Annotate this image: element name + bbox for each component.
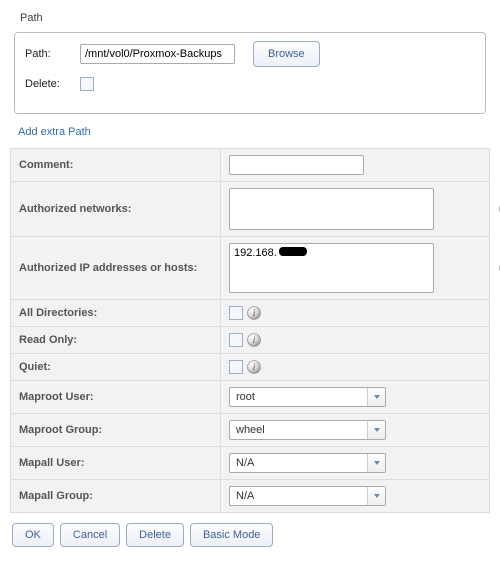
all-directories-checkbox[interactable] <box>229 306 243 320</box>
read-only-checkbox[interactable] <box>229 333 243 347</box>
mapall-group-select[interactable]: N/A <box>229 486 386 506</box>
path-group-box: Path: Browse Delete: <box>14 32 486 114</box>
comment-input[interactable] <box>229 155 364 175</box>
mapall-user-label: Mapall User: <box>11 447 221 480</box>
chevron-down-icon <box>367 388 385 406</box>
chevron-down-icon <box>367 421 385 439</box>
read-only-label: Read Only: <box>11 327 221 354</box>
maproot-user-select[interactable]: root <box>229 387 386 407</box>
mapall-user-select[interactable]: N/A <box>229 453 386 473</box>
maproot-group-value: wheel <box>230 424 367 436</box>
mapall-group-label: Mapall Group: <box>11 480 221 513</box>
browse-button[interactable]: Browse <box>253 41 320 67</box>
add-extra-path-link[interactable]: Add extra Path <box>18 126 91 138</box>
maproot-user-label: Maproot User: <box>11 381 221 414</box>
all-directories-label: All Directories: <box>11 300 221 327</box>
action-button-row: OK Cancel Delete Basic Mode <box>12 523 488 547</box>
path-field-label: Path: <box>25 48 80 60</box>
redacted-text <box>279 247 307 256</box>
quiet-label: Quiet: <box>11 354 221 381</box>
mapall-group-value: N/A <box>230 490 367 502</box>
authorized-networks-input[interactable] <box>229 188 434 230</box>
delete-button[interactable]: Delete <box>126 523 184 547</box>
delete-field-label: Delete: <box>25 78 80 90</box>
ok-button[interactable]: OK <box>12 523 54 547</box>
basic-mode-button[interactable]: Basic Mode <box>190 523 273 547</box>
info-icon[interactable]: i <box>247 360 261 374</box>
maproot-group-select[interactable]: wheel <box>229 420 386 440</box>
maproot-group-label: Maproot Group: <box>11 414 221 447</box>
mapall-user-value: N/A <box>230 457 367 469</box>
maproot-user-value: root <box>230 391 367 403</box>
info-icon[interactable]: i <box>247 333 261 347</box>
settings-table: Comment: Authorized networks: i Authoriz… <box>10 148 490 513</box>
quiet-checkbox[interactable] <box>229 360 243 374</box>
chevron-down-icon <box>367 454 385 472</box>
info-icon[interactable]: i <box>247 306 261 320</box>
delete-checkbox[interactable] <box>80 77 94 91</box>
authorized-networks-label: Authorized networks: <box>11 182 221 237</box>
authorized-ip-label: Authorized IP addresses or hosts: <box>11 237 221 300</box>
cancel-button[interactable]: Cancel <box>60 523 120 547</box>
authorized-ip-input[interactable]: 192.168. <box>229 243 434 293</box>
comment-label: Comment: <box>11 149 221 182</box>
path-section-title: Path <box>20 12 490 24</box>
chevron-down-icon <box>367 487 385 505</box>
path-input[interactable] <box>80 44 235 64</box>
